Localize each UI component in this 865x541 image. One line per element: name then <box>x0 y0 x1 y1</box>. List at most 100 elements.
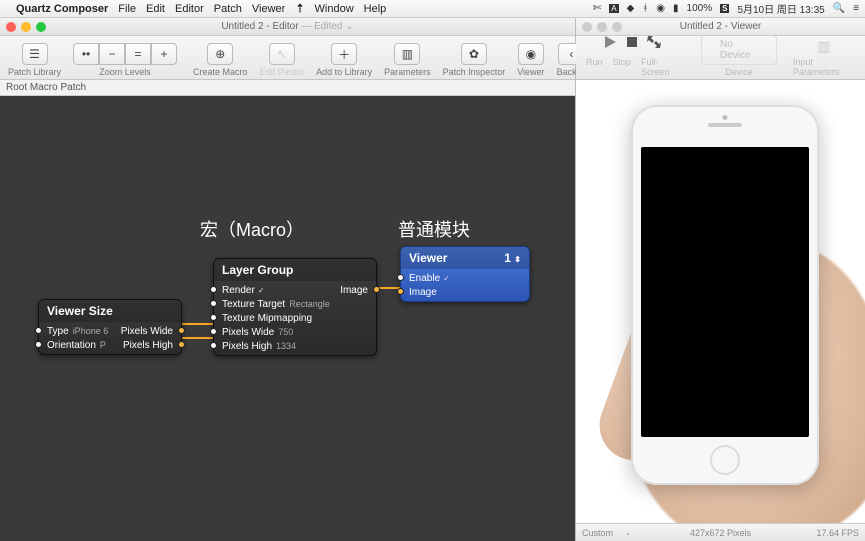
node-viewer-size[interactable]: Viewer Size Type iPhone 6 Pixels Wide Or… <box>38 299 182 355</box>
port-label: Pixels High <box>222 341 272 352</box>
run-label: Run <box>586 57 603 77</box>
bluetooth-icon[interactable]: ᚼ <box>642 3 648 14</box>
create-macro-button[interactable]: ⊕ <box>207 43 233 65</box>
input-source-icon[interactable]: S <box>720 4 729 13</box>
input-port[interactable] <box>210 328 217 335</box>
viewer-button[interactable]: ◉ <box>518 43 544 65</box>
patch-library-button[interactable]: ☰ <box>22 43 48 65</box>
zoom-out-button[interactable]: − <box>99 43 125 65</box>
run-button[interactable] <box>602 34 618 55</box>
node-row[interactable]: Enable ✓ <box>401 271 529 285</box>
menu-viewer[interactable]: Viewer <box>252 3 285 15</box>
create-macro-label: Create Macro <box>193 67 248 77</box>
scissors-icon[interactable]: ✄ <box>593 3 601 14</box>
editor-titlebar: Untitled 2 - Editor — Edited ⌄ <box>0 18 575 36</box>
menu-edit[interactable]: Edit <box>146 3 165 15</box>
input-port[interactable] <box>35 341 42 348</box>
input-port[interactable] <box>210 342 217 349</box>
viewer-status-bar: Custom ⌄ 427x672 Pixels 17.64 FPS <box>576 523 865 541</box>
output-port[interactable] <box>373 286 380 293</box>
fullscreen-button[interactable] <box>646 34 662 55</box>
device-selector[interactable]: No Device <box>701 35 777 65</box>
menu-window[interactable]: Window <box>315 3 354 15</box>
input-port[interactable] <box>35 327 42 334</box>
device-label: Device <box>725 67 753 77</box>
node-row[interactable]: Image <box>401 285 529 299</box>
patch-inspector-label: Patch Inspector <box>443 67 506 77</box>
menu-file[interactable]: File <box>118 3 136 15</box>
editor-window: Untitled 2 - Editor — Edited ⌄ ☰ Patch L… <box>0 18 576 541</box>
input-port[interactable] <box>210 300 217 307</box>
input-port[interactable] <box>210 314 217 321</box>
input-params-button[interactable]: ▥ <box>817 38 830 55</box>
output-port[interactable] <box>178 327 185 334</box>
zoom-in-button[interactable]: + <box>151 43 177 65</box>
title-chevron-icon[interactable]: ⌄ <box>345 21 353 32</box>
editor-canvas[interactable]: 宏（Macro） 普通模块 Viewer Size Type iPhone 6 … <box>0 96 575 541</box>
app-name[interactable]: Quartz Composer <box>16 3 108 15</box>
port-value: P <box>100 340 106 350</box>
input-port[interactable] <box>397 274 404 281</box>
input-port[interactable] <box>397 288 404 295</box>
status-chevron-icon[interactable]: ⌄ <box>625 529 631 537</box>
phone-screen <box>641 147 809 437</box>
status-custom[interactable]: Custom <box>582 528 613 538</box>
phone-mockup <box>631 105 819 485</box>
phone-camera-icon <box>723 115 728 120</box>
add-to-library-button[interactable]: ＋ <box>331 43 357 65</box>
mac-menubar: Quartz Composer File Edit Editor Patch V… <box>0 0 865 18</box>
port-value: Rectangle <box>289 299 330 309</box>
phone-home-button <box>710 445 740 475</box>
battery-text: 100% <box>687 3 713 14</box>
node-row[interactable]: Texture Target Rectangle <box>214 297 376 311</box>
zoom-reset-button[interactable]: = <box>125 43 151 65</box>
dropbox-icon[interactable]: ◆ <box>627 3 635 14</box>
node-row[interactable]: Render ✓ Image <box>214 283 376 297</box>
menu-patch[interactable]: Patch <box>214 3 242 15</box>
stop-label: Stop <box>613 57 632 77</box>
node-row[interactable]: Pixels High 1334 <box>214 339 376 353</box>
stop-button[interactable] <box>624 34 640 55</box>
edit-parent-button: ↖ <box>269 43 295 65</box>
check-icon: ✓ <box>443 274 450 283</box>
annotation-macro: 宏（Macro） <box>200 216 304 242</box>
port-label: Enable <box>409 273 440 284</box>
zoom-fit-button[interactable]: •• <box>73 43 99 65</box>
annotation-normal: 普通模块 <box>398 216 470 242</box>
patch-library-label: Patch Library <box>8 67 61 77</box>
node-viewer[interactable]: Viewer 1 ⬍ Enable ✓ Image <box>400 246 530 302</box>
input-port[interactable] <box>210 286 217 293</box>
add-to-library-label: Add to Library <box>316 67 372 77</box>
spotlight-icon[interactable]: 🔍 <box>833 3 845 14</box>
status-fps: 17.64 FPS <box>816 528 859 538</box>
wifi-icon[interactable]: ◉ <box>656 3 665 14</box>
check-icon: ✓ <box>258 286 265 295</box>
node-row[interactable]: Type iPhone 6 Pixels Wide <box>39 324 181 338</box>
node-viewer-title: Viewer <box>409 251 447 265</box>
viewer-titlebar: Untitled 2 - Viewer <box>576 18 865 36</box>
port-label: Texture Target <box>222 299 285 310</box>
breadcrumb-root[interactable]: Root Macro Patch <box>6 82 86 93</box>
node-viewer-index: 1 <box>504 251 511 265</box>
node-row[interactable]: Orientation P Pixels High <box>39 338 181 352</box>
node-stepper-icon[interactable]: ⬍ <box>514 255 521 264</box>
menu-help[interactable]: Help <box>364 3 387 15</box>
date-time[interactable]: 5月10日 周日 13:35 <box>737 1 824 16</box>
menu-editor[interactable]: Editor <box>175 3 204 15</box>
edit-parent-label: Edit Parent <box>260 67 305 77</box>
adobe-icon[interactable]: A <box>609 4 618 13</box>
notification-icon[interactable]: ≡ <box>853 3 859 14</box>
node-row[interactable]: Texture Mipmapping <box>214 311 376 325</box>
node-layer-group[interactable]: Layer Group Render ✓ Image Texture Targe… <box>213 258 377 356</box>
node-viewer-size-title: Viewer Size <box>47 304 113 318</box>
editor-title: Untitled 2 - Editor <box>221 21 298 32</box>
menu-arrow-icon[interactable]: ⇡ <box>295 2 304 15</box>
parameters-button[interactable]: ▥ <box>394 43 420 65</box>
breadcrumb[interactable]: Root Macro Patch <box>0 80 575 96</box>
battery-icon[interactable]: ▮ <box>673 3 679 14</box>
node-row[interactable]: Pixels Wide 750 <box>214 325 376 339</box>
output-port[interactable] <box>178 341 185 348</box>
editor-title-suffix: — Edited <box>301 21 342 32</box>
viewer-label: Viewer <box>517 67 544 77</box>
patch-inspector-button[interactable]: ✿ <box>461 43 487 65</box>
